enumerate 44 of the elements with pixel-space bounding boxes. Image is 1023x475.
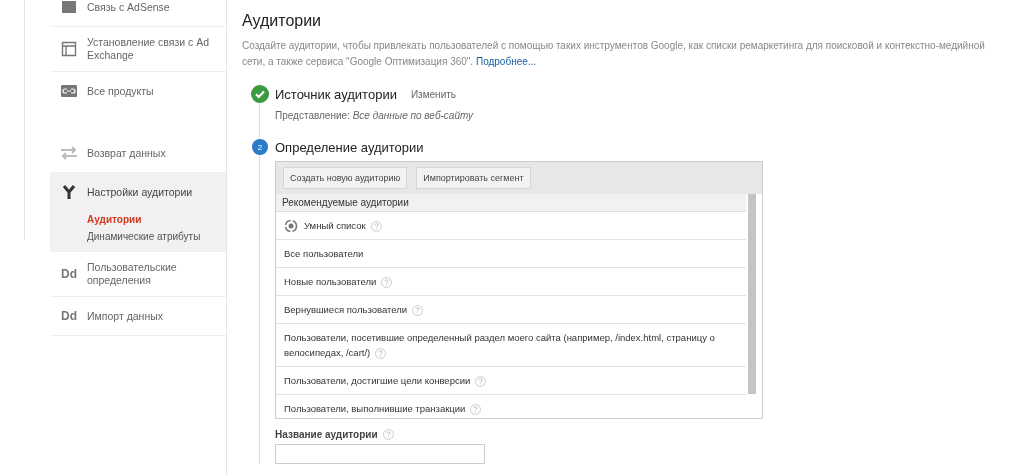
audience-option[interactable]: Пользователи, выполнившие транзакции — [284, 401, 482, 416]
step-title: Определение аудитории — [275, 139, 424, 155]
sidebar-item[interactable]: Настройки аудитории — [50, 173, 226, 211]
page-title: Аудитории — [242, 12, 323, 30]
step-number: 2 — [252, 139, 268, 155]
toolbar-button[interactable]: Создать новую аудиторию — [283, 167, 408, 189]
page-description: Создайте аудитории, чтобы привлекать пользователей с помощью таких инструментов Google, как списки ремаркетинга для поисковой и контекстно-медийной сети, а также сервиса "Google Оптимизация 360". Подробнее... — [242, 39, 986, 69]
sidebar-subitem[interactable]: Динамические атрибуты — [50, 228, 226, 245]
sidebar-item[interactable]: Возврат данных — [50, 134, 226, 172]
help-icon[interactable] — [470, 404, 482, 415]
audience-option[interactable]: Пользователи, посетившие определенный раздел моего сайта (например, /index.html, страницу о велосипедах, /cart/) — [284, 330, 738, 360]
help-icon[interactable] — [475, 376, 487, 387]
sidebar-item[interactable]: Установление связи с Ad Exchange — [50, 27, 226, 71]
dd-icon: Dd — [61, 309, 77, 323]
sidebar-item[interactable]: Dd Импорт данных — [50, 297, 226, 335]
link-icon — [61, 85, 77, 97]
audience-option[interactable]: Все пользователи — [284, 246, 364, 261]
window-icon — [61, 41, 77, 57]
target-icon — [284, 218, 298, 233]
swap-arrows-icon — [60, 145, 78, 161]
step-title: Источник аудитории — [275, 86, 397, 102]
toolbar-button[interactable]: Импортировать сегмент — [416, 167, 531, 189]
branch-icon — [61, 184, 77, 200]
view-label: Представление: — [275, 110, 350, 121]
audience-option[interactable]: Пользователи, достигшие цели конверсии — [284, 373, 487, 388]
edit-link[interactable]: Изменить — [410, 88, 456, 100]
sidebar-item[interactable]: Связь с AdSense — [50, 0, 226, 26]
help-icon[interactable] — [370, 221, 382, 232]
list-header: Рекомендуемые аудитории — [276, 194, 746, 212]
view-value: Все данные по веб-сайту — [352, 110, 474, 121]
input-field[interactable] — [275, 444, 485, 464]
panel-icon — [61, 0, 77, 15]
audience-option[interactable]: Новые пользователи — [284, 274, 393, 289]
help-icon[interactable] — [375, 348, 387, 359]
help-icon[interactable] — [382, 429, 394, 440]
audience-option[interactable]: Вернувшиеся пользователи — [284, 302, 423, 317]
dd-icon: Dd — [61, 267, 77, 281]
sidebar-subitem[interactable]: Аудитории — [50, 211, 226, 228]
sidebar-item[interactable]: Все продукты — [50, 72, 226, 110]
more-link[interactable]: Подробнее... — [475, 56, 537, 67]
help-icon[interactable] — [381, 277, 393, 288]
field-label: Название аудитории — [275, 429, 378, 440]
help-icon[interactable] — [412, 305, 423, 316]
audience-option[interactable]: Умный список — [304, 218, 382, 233]
